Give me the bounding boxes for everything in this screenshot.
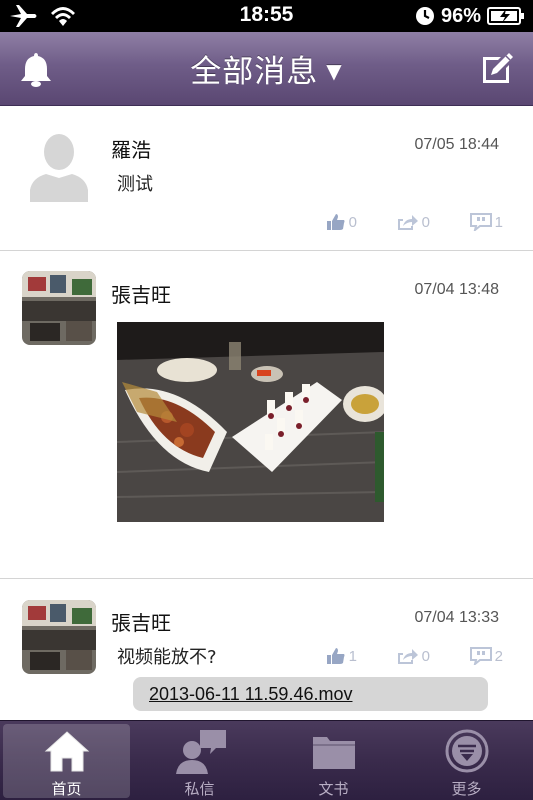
tab-private-messages[interactable]: 私信	[136, 724, 263, 798]
tab-home[interactable]: 首页	[3, 724, 130, 798]
tab-documents[interactable]: 文书	[270, 724, 397, 798]
status-bar: 18:55 96%	[0, 0, 533, 32]
tab-bar: 首页 私信 文书 更多	[0, 720, 533, 800]
nav-title-dropdown[interactable]: 全部消息 ▼	[0, 46, 533, 91]
folder-icon	[312, 737, 355, 769]
tab-private-messages-label: 私信	[184, 780, 215, 798]
post-time: 07/04 13:33	[414, 609, 499, 626]
battery-percent: 96%	[440, 4, 481, 27]
battery-icon	[487, 7, 524, 25]
like-count: 0	[348, 213, 357, 231]
thumbs-up-icon	[326, 214, 345, 230]
private-message-icon	[175, 730, 226, 774]
author-name[interactable]: 張吉旺	[111, 279, 171, 308]
avatar[interactable]	[22, 600, 96, 674]
compose-button[interactable]	[475, 47, 519, 91]
home-icon	[44, 731, 89, 772]
feed-item[interactable]: 張吉旺 07/04 13:33 视频能放不? 2013-06-11 11.59.…	[0, 579, 533, 720]
chevron-down-icon: ▼	[326, 59, 343, 83]
avatar[interactable]	[22, 128, 96, 202]
lock-rotation-icon	[415, 7, 434, 25]
post-text: 视频能放不?	[117, 647, 217, 668]
avatar-photo	[22, 600, 96, 674]
post-time: 07/05 18:44	[414, 136, 499, 153]
comment-icon	[469, 213, 492, 231]
author-name[interactable]: 羅浩	[111, 134, 151, 163]
avatar-photo	[22, 271, 96, 345]
like-button[interactable]: 0	[284, 213, 357, 231]
nav-bar: 全部消息 ▼	[0, 32, 533, 106]
app-screen: 18:55 96% 全部消息 ▼ 羅浩 07/05 18:44 测试 0 0 1…	[0, 0, 533, 800]
post-text: 测试	[117, 174, 153, 195]
tab-more-label: 更多	[451, 780, 482, 798]
post-time: 07/04 13:48	[414, 281, 499, 298]
share-button[interactable]: 0	[357, 213, 430, 231]
more-icon	[445, 729, 488, 773]
tab-documents-label: 文书	[318, 780, 349, 798]
video-attachment-link[interactable]: 2013-06-11 11.59.46.mov	[133, 677, 488, 711]
default-person-icon	[30, 134, 88, 202]
food-photo	[117, 322, 384, 522]
comment-count: 1	[494, 213, 503, 231]
compose-icon	[483, 53, 513, 83]
tab-more[interactable]: 更多	[403, 724, 530, 798]
feed-item[interactable]: 張吉旺 07/04 13:48 1 0 2	[0, 251, 533, 665]
share-icon	[397, 215, 418, 230]
message-feed[interactable]: 羅浩 07/05 18:44 测试 0 0 1 張吉旺 07/04 13:48 …	[0, 106, 533, 720]
post-photo[interactable]	[117, 322, 384, 522]
share-count: 0	[421, 213, 430, 231]
comment-button[interactable]: 1	[430, 213, 503, 231]
page-title: 全部消息	[190, 54, 319, 90]
tab-home-label: 首页	[51, 780, 82, 798]
avatar[interactable]	[22, 271, 96, 345]
feed-item[interactable]: 羅浩 07/05 18:44 测试 0 0 1	[0, 106, 533, 251]
action-bar: 0 0 1	[284, 213, 503, 231]
status-right: 96%	[415, 3, 525, 29]
author-name[interactable]: 張吉旺	[111, 607, 171, 636]
